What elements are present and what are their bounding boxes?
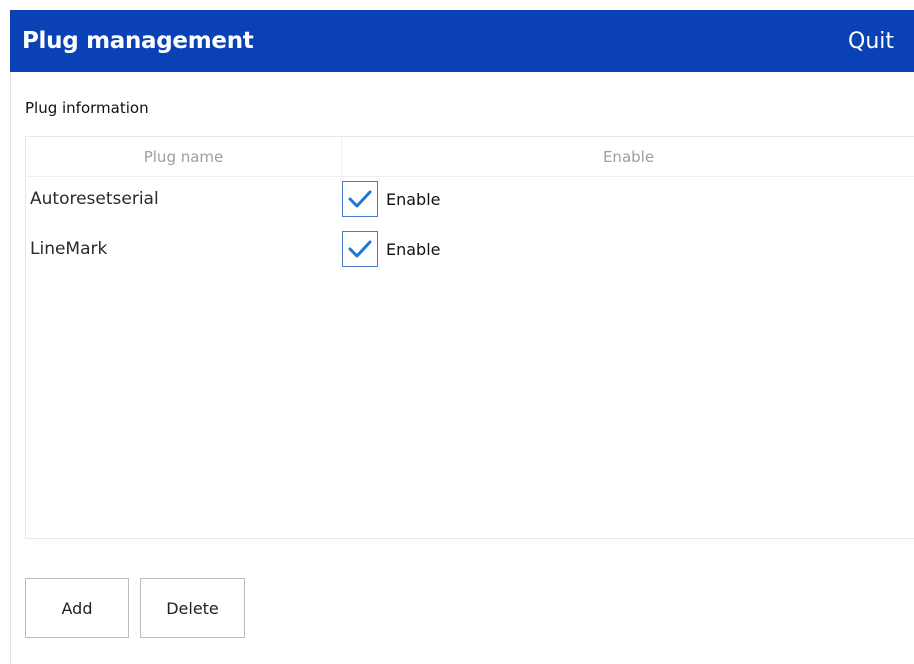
- checkbox-label: Enable: [386, 189, 441, 209]
- section-label: Plug information: [25, 99, 149, 117]
- add-button[interactable]: Add: [25, 578, 129, 638]
- checkbox-label: Enable: [386, 239, 441, 259]
- table-row[interactable]: LineMark Enable: [26, 227, 914, 271]
- window-title: Plug management: [22, 28, 254, 54]
- table-row[interactable]: Autoresetserial Enable: [26, 177, 914, 221]
- checkmark-icon: [348, 240, 372, 258]
- enable-checkbox-linemark[interactable]: Enable: [342, 231, 441, 267]
- plug-table: Plug name Enable Autoresetserial Enable …: [25, 136, 914, 539]
- plug-name-cell: LineMark: [30, 239, 108, 259]
- window-left-border: [10, 72, 11, 664]
- plug-management-window: Plug management Quit Plug information Pl…: [0, 0, 914, 664]
- delete-button[interactable]: Delete: [140, 578, 245, 638]
- checkbox[interactable]: [342, 231, 378, 267]
- column-header-plug-name: Plug name: [26, 137, 342, 177]
- title-bar: Plug management Quit: [10, 10, 914, 72]
- table-header: Plug name Enable: [26, 137, 914, 177]
- checkbox[interactable]: [342, 181, 378, 217]
- enable-checkbox-autoresetserial[interactable]: Enable: [342, 181, 441, 217]
- checkmark-icon: [348, 190, 372, 208]
- plug-name-cell: Autoresetserial: [30, 189, 159, 209]
- column-header-enable: Enable: [602, 148, 655, 166]
- quit-button[interactable]: Quit: [848, 29, 894, 54]
